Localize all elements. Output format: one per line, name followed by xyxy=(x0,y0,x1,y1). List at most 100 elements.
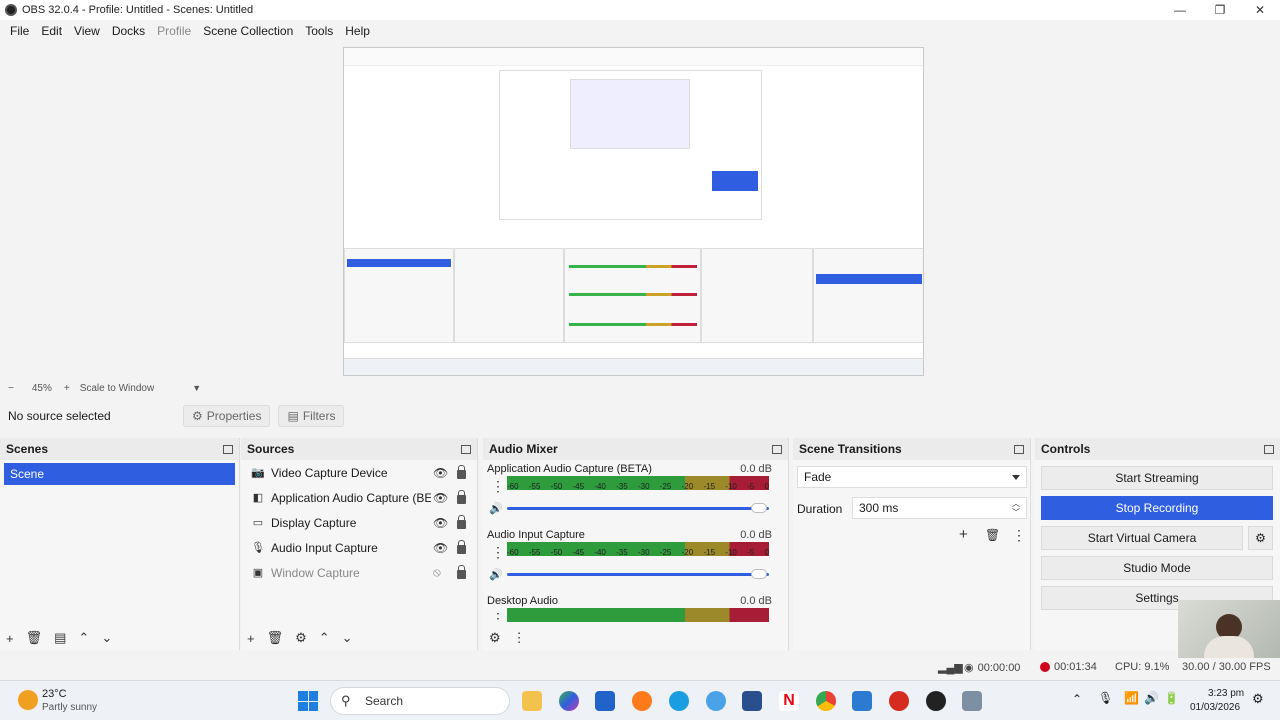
taskbar-search[interactable]: ⚲ Search xyxy=(330,687,510,715)
more-vertical-icon[interactable]: ⋮ xyxy=(491,610,505,622)
move-down-button[interactable]: ⌄ xyxy=(101,630,112,646)
chrome-icon[interactable] xyxy=(816,691,836,711)
more-vertical-icon[interactable]: ⋮ xyxy=(491,544,505,561)
obs-taskbar-icon[interactable] xyxy=(926,691,946,711)
undock-icon[interactable] xyxy=(1014,444,1024,454)
store-icon[interactable] xyxy=(595,691,615,711)
app-icon[interactable] xyxy=(962,691,982,711)
more-vertical-icon[interactable]: ⋮ xyxy=(513,630,526,646)
more-vertical-icon[interactable]: ⋮ xyxy=(491,478,505,495)
pdf-reader-icon[interactable] xyxy=(889,691,909,711)
filters-button[interactable]: ▤ Filters xyxy=(278,405,345,427)
edge-icon[interactable] xyxy=(669,691,689,711)
spinner-icon[interactable]: ︿ ﹀ xyxy=(1012,499,1020,517)
scene-item[interactable]: Scene xyxy=(4,463,235,485)
start-virtual-camera-button[interactable]: Start Virtual Camera xyxy=(1041,526,1243,550)
calculator-icon[interactable] xyxy=(742,691,762,711)
duration-input[interactable]: 300 ms ︿ ﹀ xyxy=(852,497,1027,519)
preview-canvas[interactable] xyxy=(343,47,924,376)
menu-scene-collection[interactable]: Scene Collection xyxy=(197,24,299,38)
menu-tools[interactable]: Tools xyxy=(299,24,339,38)
clock-time[interactable]: 3:23 pm xyxy=(1208,688,1244,699)
stop-recording-button[interactable]: Stop Recording xyxy=(1041,496,1273,520)
edge-dev-icon[interactable] xyxy=(706,691,726,711)
lock-icon[interactable] xyxy=(457,565,466,579)
undock-icon[interactable] xyxy=(1264,444,1274,454)
lock-icon[interactable] xyxy=(457,540,466,554)
menu-file[interactable]: File xyxy=(4,24,35,38)
remove-transition-button[interactable]: 🗑 xyxy=(985,528,1000,542)
chevron-down-icon[interactable]: ▼ xyxy=(192,383,201,393)
volume-slider-handle[interactable] xyxy=(751,569,767,579)
eye-icon[interactable]: 👁 xyxy=(433,541,448,555)
chevron-up-icon[interactable]: ⌃ xyxy=(1072,692,1082,706)
menu-view[interactable]: View xyxy=(68,24,106,38)
clock-date[interactable]: 01/03/2026 xyxy=(1190,702,1240,713)
remove-scene-button[interactable]: 🗑 xyxy=(26,630,43,646)
weather-desc[interactable]: Partly sunny xyxy=(42,702,97,713)
microphone-icon[interactable]: 🎙 xyxy=(1098,691,1113,705)
menu-help[interactable]: Help xyxy=(339,24,376,38)
virtual-camera-settings-button[interactable]: ⚙ xyxy=(1248,526,1273,550)
weather-temp[interactable]: 23°C xyxy=(42,688,67,700)
more-vertical-icon[interactable]: ⋮ xyxy=(1012,527,1026,544)
volume-slider[interactable] xyxy=(507,507,769,510)
nested-preview xyxy=(499,70,762,220)
tick: -35 xyxy=(616,482,628,491)
minimize-button[interactable]: — xyxy=(1160,0,1200,20)
scene-filters-button[interactable]: ▤ xyxy=(54,630,66,646)
eye-icon[interactable]: 👁 xyxy=(433,491,448,505)
menu-profile[interactable]: Profile xyxy=(151,24,197,38)
move-up-button[interactable]: ⌃ xyxy=(319,630,330,646)
vscode-icon[interactable] xyxy=(852,691,872,711)
volume-slider-handle[interactable] xyxy=(751,503,767,513)
source-item-window-capture[interactable]: ▣ Window Capture ⦸ xyxy=(241,560,477,585)
source-item-video-capture[interactable]: 📷 Video Capture Device 👁 xyxy=(241,460,477,485)
undock-icon[interactable] xyxy=(223,444,233,454)
notification-icon[interactable]: ⚙ xyxy=(1252,691,1264,707)
eye-icon[interactable]: 👁 xyxy=(433,516,448,530)
file-explorer-icon[interactable] xyxy=(522,691,542,711)
move-down-button[interactable]: ⌄ xyxy=(342,630,353,646)
volume-icon[interactable]: 🔊 xyxy=(1144,691,1159,705)
zoom-in-button[interactable]: + xyxy=(64,383,70,394)
source-item-audio-input[interactable]: 🎙 Audio Input Capture 👁 xyxy=(241,535,477,560)
remove-source-button[interactable]: 🗑 xyxy=(267,630,284,646)
eye-icon[interactable]: 👁 xyxy=(433,466,448,480)
weather-sun-icon[interactable] xyxy=(18,690,38,710)
menu-edit[interactable]: Edit xyxy=(35,24,68,38)
netflix-icon[interactable]: N xyxy=(779,691,799,711)
firefox-icon[interactable] xyxy=(632,691,652,711)
lock-icon[interactable] xyxy=(457,515,466,529)
transition-select[interactable]: Fade xyxy=(797,466,1027,488)
menu-docks[interactable]: Docks xyxy=(106,24,151,38)
studio-mode-button[interactable]: Studio Mode xyxy=(1041,556,1273,580)
properties-button[interactable]: ⚙ Properties xyxy=(183,405,271,427)
volume-slider[interactable] xyxy=(507,573,769,576)
windows-start-icon[interactable] xyxy=(298,691,318,711)
maximize-button[interactable]: ❐ xyxy=(1200,0,1240,20)
add-source-button[interactable]: + xyxy=(247,631,255,646)
speaker-icon[interactable]: 🔊 xyxy=(489,568,503,581)
lock-icon[interactable] xyxy=(457,490,466,504)
zoom-out-button[interactable]: − xyxy=(8,383,14,394)
source-item-app-audio[interactable]: ◧ Application Audio Capture (BETA) 👁 xyxy=(241,485,477,510)
undock-icon[interactable] xyxy=(461,444,471,454)
move-up-button[interactable]: ⌃ xyxy=(78,630,89,646)
scale-mode-select[interactable]: Scale to Window xyxy=(80,383,154,394)
eye-hidden-icon[interactable]: ⦸ xyxy=(433,565,441,580)
speaker-icon[interactable]: 🔊 xyxy=(489,502,503,515)
lock-icon[interactable] xyxy=(457,465,466,479)
source-item-display-capture[interactable]: ▭ Display Capture 👁 xyxy=(241,510,477,535)
battery-icon[interactable]: 🔋 xyxy=(1164,691,1179,705)
copilot-icon[interactable] xyxy=(559,691,579,711)
add-scene-button[interactable]: + xyxy=(6,631,14,646)
wifi-icon[interactable]: 📶 xyxy=(1124,691,1139,705)
close-button[interactable]: ✕ xyxy=(1240,0,1280,20)
source-properties-button[interactable]: ⚙ xyxy=(295,630,307,646)
advanced-audio-gear-icon[interactable]: ⚙ xyxy=(489,630,501,646)
add-transition-button[interactable]: + xyxy=(959,526,968,543)
preview-area[interactable] xyxy=(0,42,1280,380)
start-streaming-button[interactable]: Start Streaming xyxy=(1041,466,1273,490)
undock-icon[interactable] xyxy=(772,444,782,454)
